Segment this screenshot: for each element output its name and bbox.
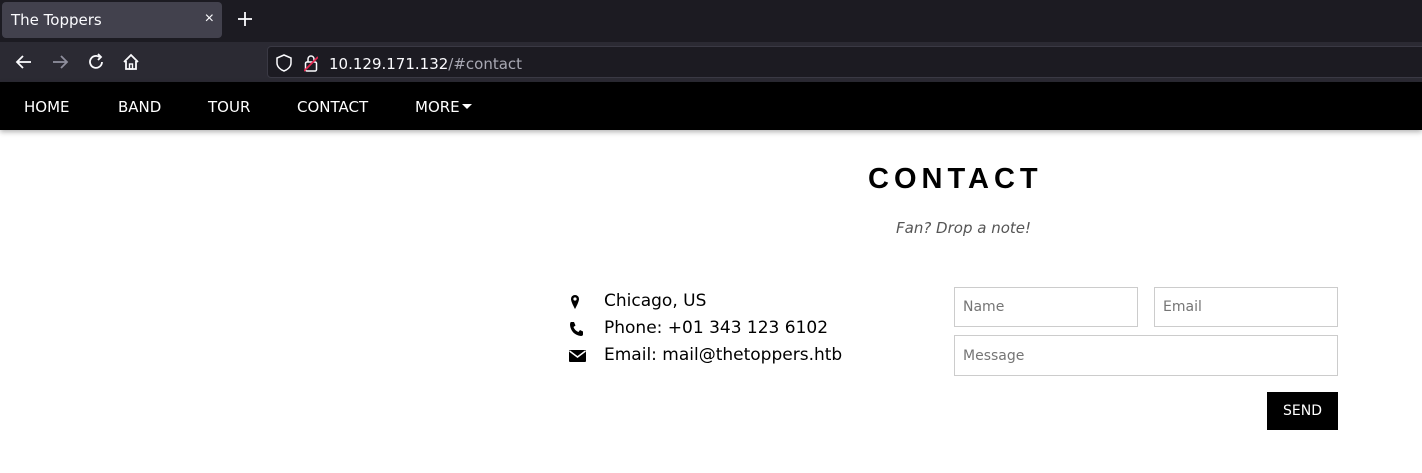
section-title: CONTACT	[868, 163, 1043, 195]
back-arrow-icon[interactable]	[14, 52, 34, 72]
home-icon[interactable]	[121, 52, 141, 72]
envelope-icon	[569, 350, 586, 362]
nav-contact-link[interactable]: CONTACT	[297, 98, 368, 116]
insecure-lock-icon[interactable]	[304, 54, 318, 72]
send-button[interactable]: SEND	[1267, 392, 1338, 430]
map-marker-icon	[571, 295, 579, 309]
url-host: 10.129.171.132	[329, 55, 449, 73]
url-text: 10.129.171.132/#contact	[329, 55, 522, 73]
nav-home-link[interactable]: HOME	[24, 98, 70, 116]
phone-icon	[570, 322, 583, 336]
section-subtitle: Fan? Drop a note!	[896, 219, 1032, 237]
url-bar[interactable]: 10.129.171.132/#contact	[267, 46, 1422, 78]
browser-tab-bar: The Toppers ×	[0, 0, 1422, 42]
tab-title: The Toppers	[11, 11, 102, 29]
close-tab-icon[interactable]: ×	[205, 9, 214, 29]
name-input[interactable]	[954, 287, 1138, 327]
caret-down-icon	[461, 103, 472, 109]
browser-tab[interactable]: The Toppers ×	[2, 2, 222, 38]
nav-tour-link[interactable]: TOUR	[208, 98, 250, 116]
browser-toolbar: 10.129.171.132/#contact	[0, 42, 1422, 82]
forward-arrow-icon[interactable]	[50, 52, 70, 72]
reload-icon[interactable]	[86, 52, 106, 72]
tracking-shield-icon[interactable]	[276, 54, 292, 72]
phone-text: Phone: +01 343 123 6102	[604, 318, 829, 338]
new-tab-plus-icon[interactable]	[234, 8, 256, 30]
location-text: Chicago, US	[604, 291, 707, 311]
email-text: Email: mail@thetoppers.htb	[604, 345, 843, 365]
url-path: /#contact	[448, 55, 523, 73]
nav-more-dropdown[interactable]: MORE	[415, 98, 472, 116]
email-input[interactable]	[1154, 287, 1338, 327]
site-navigation: HOME BAND TOUR CONTACT MORE	[0, 82, 1422, 130]
nav-band-link[interactable]: BAND	[118, 98, 161, 116]
nav-more-label: MORE	[415, 98, 460, 116]
message-input[interactable]	[954, 335, 1338, 376]
